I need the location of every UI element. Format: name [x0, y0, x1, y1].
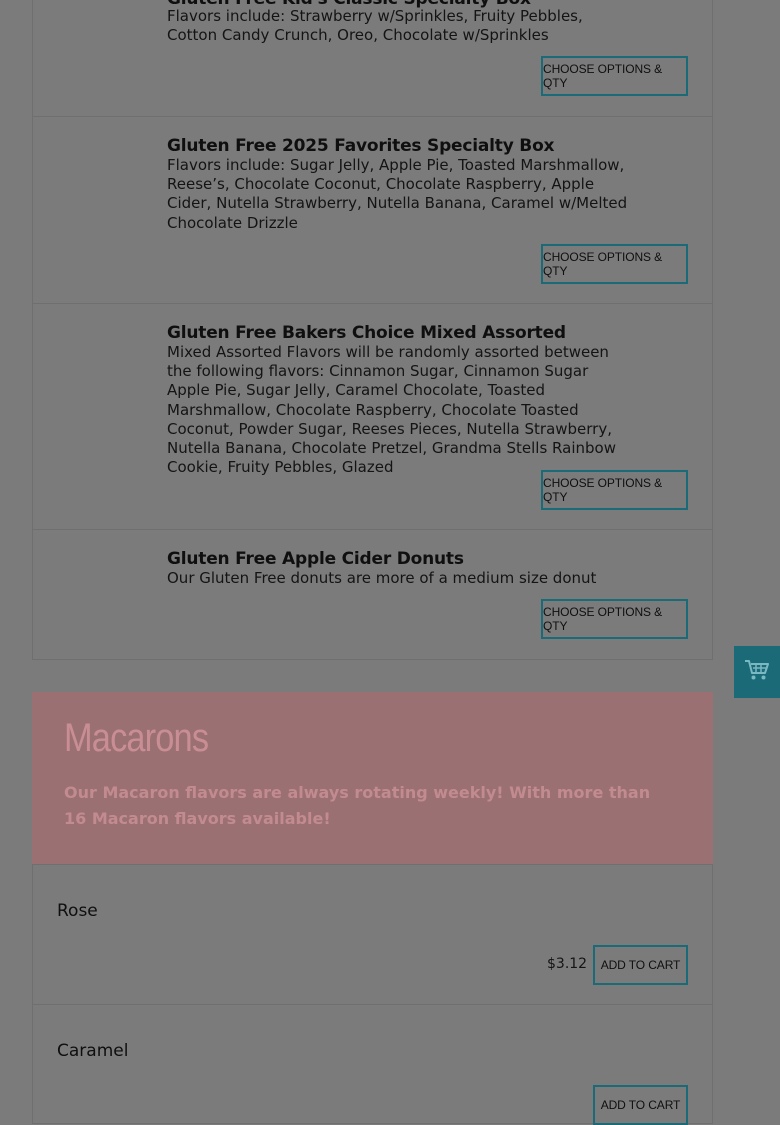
- choose-options-button[interactable]: Choose Options & Qty: [541, 599, 688, 639]
- product-card: Gluten Free Apple Cider Donuts Our Glute…: [32, 529, 713, 660]
- product-description: Our Gluten Free donuts are more of a med…: [167, 569, 597, 587]
- macarons-banner: Macarons Our Macaron flavors are always …: [32, 692, 713, 864]
- add-to-cart-button[interactable]: Add to cart: [593, 945, 688, 985]
- macarons-description: Our Macaron flavors are always rotating …: [64, 783, 651, 828]
- product-title: Gluten Free Apple Cider Donuts: [167, 549, 464, 569]
- shopping-cart-icon: [744, 658, 770, 686]
- macaron-item: Rose $3.12 Add to cart: [32, 864, 713, 1005]
- product-title: Gluten Free Bakers Choice Mixed Assorted: [167, 323, 566, 343]
- macaron-price: $3.12: [547, 956, 588, 972]
- product-description: Mixed Assorted Flavors will be randomly …: [167, 343, 616, 477]
- product-card: Gluten Free 2025 Favorites Specialty Box…: [32, 116, 713, 304]
- choose-options-button[interactable]: Choose Options & Qty: [541, 244, 688, 284]
- product-description: Flavors include: Sugar Jelly, Apple Pie,…: [167, 156, 628, 232]
- choose-options-button[interactable]: Choose Options & Qty: [541, 56, 688, 96]
- product-card: Gluten Free Bakers Choice Mixed Assorted…: [32, 303, 713, 530]
- cart-tab-button[interactable]: [734, 646, 780, 698]
- product-title: Gluten Free 2025 Favorites Specialty Box: [167, 136, 555, 156]
- macarons-heading: Macarons: [64, 716, 209, 760]
- product-card: Gluten Free Kid's Classic Specialty Box …: [32, 0, 713, 117]
- product-description: Flavors include: Strawberry w/Sprinkles,…: [167, 7, 583, 45]
- macaron-name: Caramel: [57, 1041, 129, 1061]
- macaron-item: Caramel Add to cart: [32, 1004, 713, 1125]
- choose-options-button[interactable]: Choose Options & Qty: [541, 470, 688, 510]
- add-to-cart-button[interactable]: Add to cart: [593, 1085, 688, 1125]
- macaron-name: Rose: [57, 901, 98, 921]
